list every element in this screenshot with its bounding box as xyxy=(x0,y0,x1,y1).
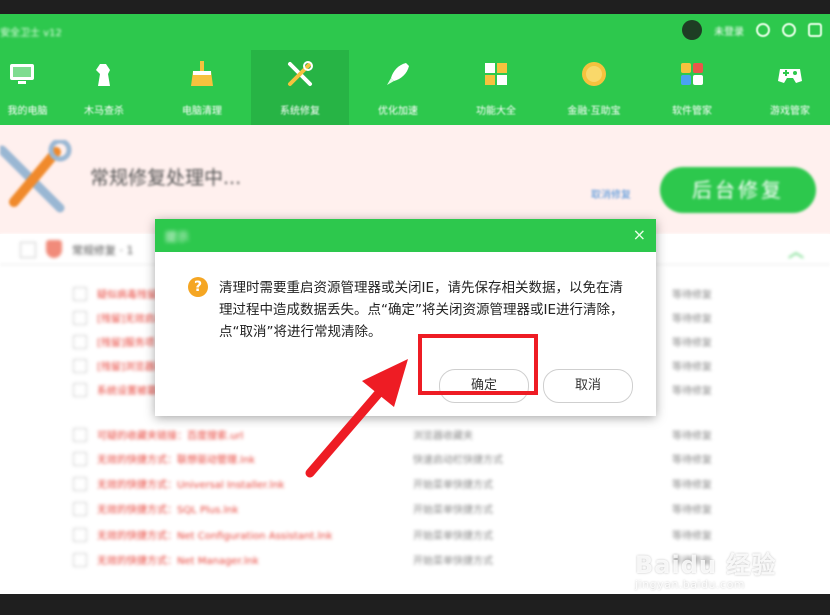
rocket-icon xyxy=(387,63,409,85)
background-repair-button[interactable]: 后台修复 xyxy=(660,167,816,213)
close-icon[interactable]: × xyxy=(633,225,646,244)
row-checkbox[interactable] xyxy=(73,452,87,466)
nav-label: 游戏管家 xyxy=(770,106,810,117)
nav-item-finance[interactable]: 金融·互助宝 xyxy=(545,50,643,125)
row-status: 等待修复 xyxy=(672,338,712,349)
row-status: 等待修复 xyxy=(672,505,712,516)
nav-label: 功能大全 xyxy=(476,106,516,117)
message-icon[interactable] xyxy=(782,23,796,37)
grid-icon xyxy=(485,63,507,85)
row-checkbox[interactable] xyxy=(73,383,87,397)
nav-label: 软件管家 xyxy=(672,106,712,117)
row-status: 等待修复 xyxy=(672,431,712,442)
row-status: 等待修复 xyxy=(672,480,712,491)
main-nav: 我的电脑 木马查杀 电脑清理 系统修复 优化加速 功能大全 金融·互助宝 软件管… xyxy=(0,50,830,125)
menu-icon[interactable] xyxy=(808,23,822,37)
shield-icon xyxy=(46,240,62,258)
cancel-button[interactable]: 取消 xyxy=(543,369,633,403)
wrench-icon xyxy=(288,61,313,86)
gamepad-icon xyxy=(778,69,802,83)
row-checkbox[interactable] xyxy=(73,553,87,567)
row-status: 等待修复 xyxy=(672,531,712,542)
annotation-highlight-box xyxy=(418,334,538,395)
dialog-title: 提示 xyxy=(165,230,190,244)
cancel-repair-link[interactable]: 取消修复 xyxy=(591,186,631,201)
row-status: 等待修复 xyxy=(672,386,712,397)
row-checkbox[interactable] xyxy=(73,335,87,349)
row-checkbox[interactable] xyxy=(73,477,87,491)
row-desc: 开始菜单快捷方式 xyxy=(413,531,493,542)
nav-item-trojan-scan[interactable]: 木马查杀 xyxy=(55,50,153,125)
repair-status-panel: 常规修复处理中... 取消修复 后台修复 xyxy=(0,125,830,234)
app-header: 安全卫士 v12 未登录 我的电脑 木马查杀 电脑清理 系统修复 优化加速 功能… xyxy=(0,14,830,125)
row-desc: 快速启动栏快捷方式 xyxy=(413,455,503,466)
nav-label: 系统修复 xyxy=(280,106,320,117)
app-title: 安全卫士 v12 xyxy=(0,28,62,39)
annotation-arrow-icon xyxy=(305,359,408,478)
nav-label: 我的电脑 xyxy=(7,106,48,117)
row-checkbox[interactable] xyxy=(73,528,87,542)
row-status: 等待修复 xyxy=(672,290,712,301)
avatar[interactable] xyxy=(682,20,702,40)
nav-item-cleanup[interactable]: 电脑清理 xyxy=(153,50,251,125)
nav-item-game-manager[interactable]: 游戏管家 xyxy=(741,50,830,125)
list-header-label: 常规修复 · 1 xyxy=(72,244,134,257)
nav-item-speedup[interactable]: 优化加速 xyxy=(349,50,447,125)
dialog-title-bar: 提示 × xyxy=(155,219,656,252)
row-name: 无效的快捷方式：Net Manager.lnk xyxy=(97,556,259,567)
row-desc: 开始菜单快捷方式 xyxy=(413,556,493,567)
baidu-watermark: Baidu 经验 jingyan.baidu.com xyxy=(635,545,776,591)
row-name: 无效的快捷方式：联想驱动管理.lnk xyxy=(97,455,256,466)
nav-item-system-repair[interactable]: 系统修复 xyxy=(251,50,349,125)
row-checkbox[interactable] xyxy=(73,502,87,516)
nav-label: 优化加速 xyxy=(378,106,418,117)
row-checkbox[interactable] xyxy=(73,428,87,442)
row-desc: 开始菜单快捷方式 xyxy=(413,480,493,491)
nav-label: 电脑清理 xyxy=(182,106,222,117)
row-status: 等待修复 xyxy=(672,314,712,325)
app-window: 安全卫士 v12 未登录 我的电脑 木马查杀 电脑清理 系统修复 优化加速 功能… xyxy=(0,14,830,594)
nav-label: 木马查杀 xyxy=(84,106,124,117)
skin-icon[interactable] xyxy=(756,23,770,37)
title-bar: 安全卫士 v12 未登录 xyxy=(0,14,830,48)
repair-status-title: 常规修复处理中... xyxy=(90,167,242,189)
login-label[interactable]: 未登录 xyxy=(714,23,744,38)
row-status: 等待修复 xyxy=(672,455,712,466)
screen-top-edge xyxy=(0,0,830,14)
nav-item-software-manager[interactable]: 软件管家 xyxy=(643,50,741,125)
row-checkbox[interactable] xyxy=(73,359,87,373)
repair-tools-icon xyxy=(0,140,72,213)
nav-item-features[interactable]: 功能大全 xyxy=(447,50,545,125)
row-desc: 开始菜单快捷方式 xyxy=(413,505,493,516)
table-row[interactable]: 无效的快捷方式：Net Configuration Assistant.lnk … xyxy=(0,523,830,547)
row-status: 等待修复 xyxy=(672,362,712,373)
question-icon: ? xyxy=(188,277,208,297)
row-name: 无效的快捷方式：Universal Installer.lnk xyxy=(97,480,285,491)
horse-icon xyxy=(96,64,110,86)
coin-icon xyxy=(582,62,606,86)
row-checkbox[interactable] xyxy=(73,287,87,301)
row-name: 无效的快捷方式：Net Configuration Assistant.lnk xyxy=(97,531,333,542)
title-bar-controls: 未登录 xyxy=(682,20,822,40)
nav-label: 金融·互助宝 xyxy=(567,106,621,117)
row-desc: 浏览器收藏夹 xyxy=(413,431,473,442)
apps-icon xyxy=(681,63,703,85)
select-all-checkbox[interactable] xyxy=(20,242,36,258)
monitor-icon xyxy=(10,64,34,84)
table-row[interactable]: 无效的快捷方式：SQL Plus.lnk 开始菜单快捷方式 等待修复 xyxy=(0,497,830,521)
collapse-chevron-icon[interactable]: ︿ xyxy=(788,238,804,262)
nav-item-my-computer[interactable]: 我的电脑 xyxy=(0,50,55,125)
row-name: 无效的快捷方式：SQL Plus.lnk xyxy=(97,505,239,516)
watermark-main: Baidu 经验 xyxy=(635,551,777,579)
row-name: [残留]服务项 xyxy=(97,338,155,349)
row-name: 可疑的收藏夹链接：百度搜索.url xyxy=(97,431,244,442)
broom-icon xyxy=(191,61,213,86)
screen-bottom-edge xyxy=(0,594,830,615)
row-checkbox[interactable] xyxy=(73,311,87,325)
